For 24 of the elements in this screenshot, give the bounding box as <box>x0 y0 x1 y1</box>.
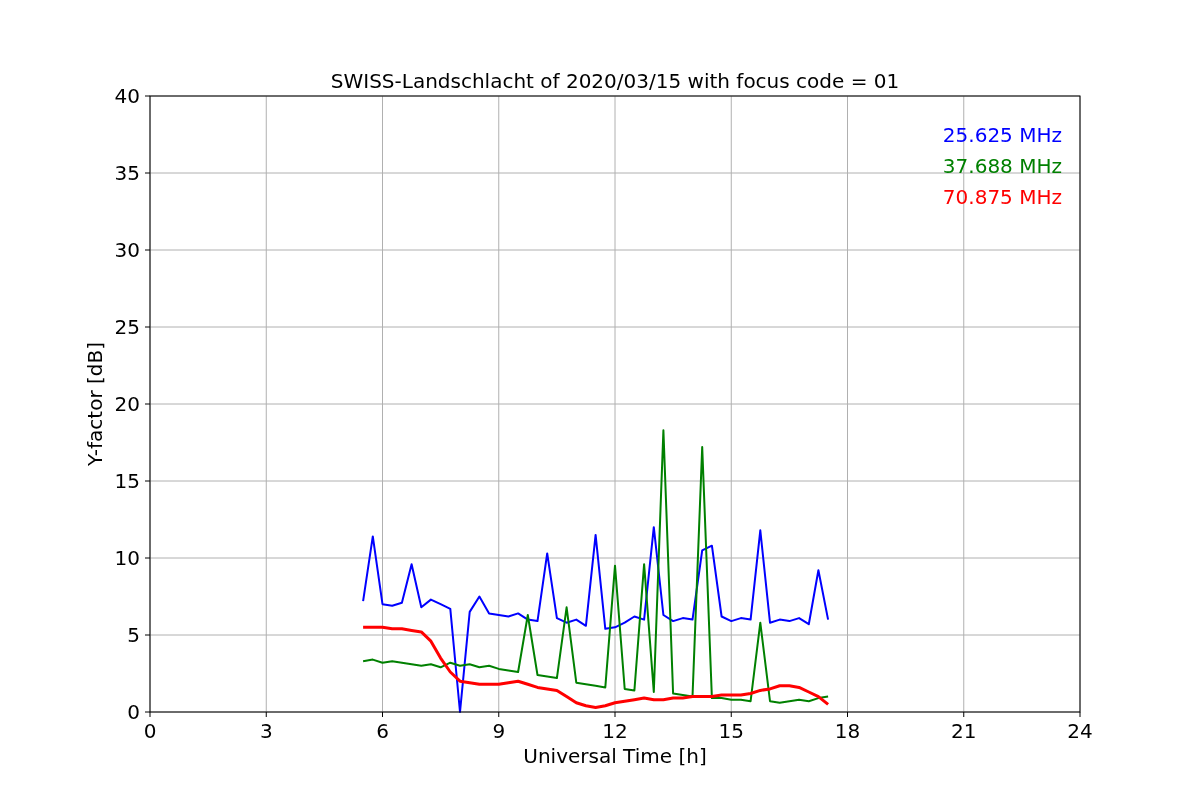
y-tick-label: 40 <box>114 84 140 108</box>
x-tick-label: 24 <box>1067 719 1093 743</box>
chart-title: SWISS-Landschlacht of 2020/03/15 with focus code = 01 <box>330 69 900 93</box>
x-tick-label: 9 <box>492 719 506 743</box>
y-axis-label: Y-factor [dB] <box>83 342 107 466</box>
x-axis-label: Universal Time [h] <box>523 744 707 768</box>
x-tick-label: 3 <box>259 719 273 743</box>
y-tick-label: 5 <box>127 623 140 647</box>
x-tick-label: 12 <box>602 719 628 743</box>
y-tick-label: 35 <box>114 161 140 185</box>
x-tick-label: 18 <box>834 719 861 743</box>
legend-label: 25.625 MHz <box>942 123 1062 147</box>
y-tick-label: 15 <box>114 469 140 493</box>
y-tick-label: 10 <box>114 546 140 570</box>
y-tick-label: 20 <box>114 392 140 416</box>
x-tick-label: 21 <box>951 719 977 743</box>
x-tick-label: 15 <box>718 719 744 743</box>
legend-label: 70.875 MHz <box>942 185 1062 209</box>
y-tick-label: 30 <box>114 238 140 262</box>
y-tick-label: 0 <box>127 700 140 724</box>
x-tick-label: 0 <box>143 719 157 743</box>
y-tick-label: 25 <box>114 315 140 339</box>
x-tick-label: 6 <box>376 719 389 743</box>
legend-label: 37.688 MHz <box>942 154 1062 178</box>
